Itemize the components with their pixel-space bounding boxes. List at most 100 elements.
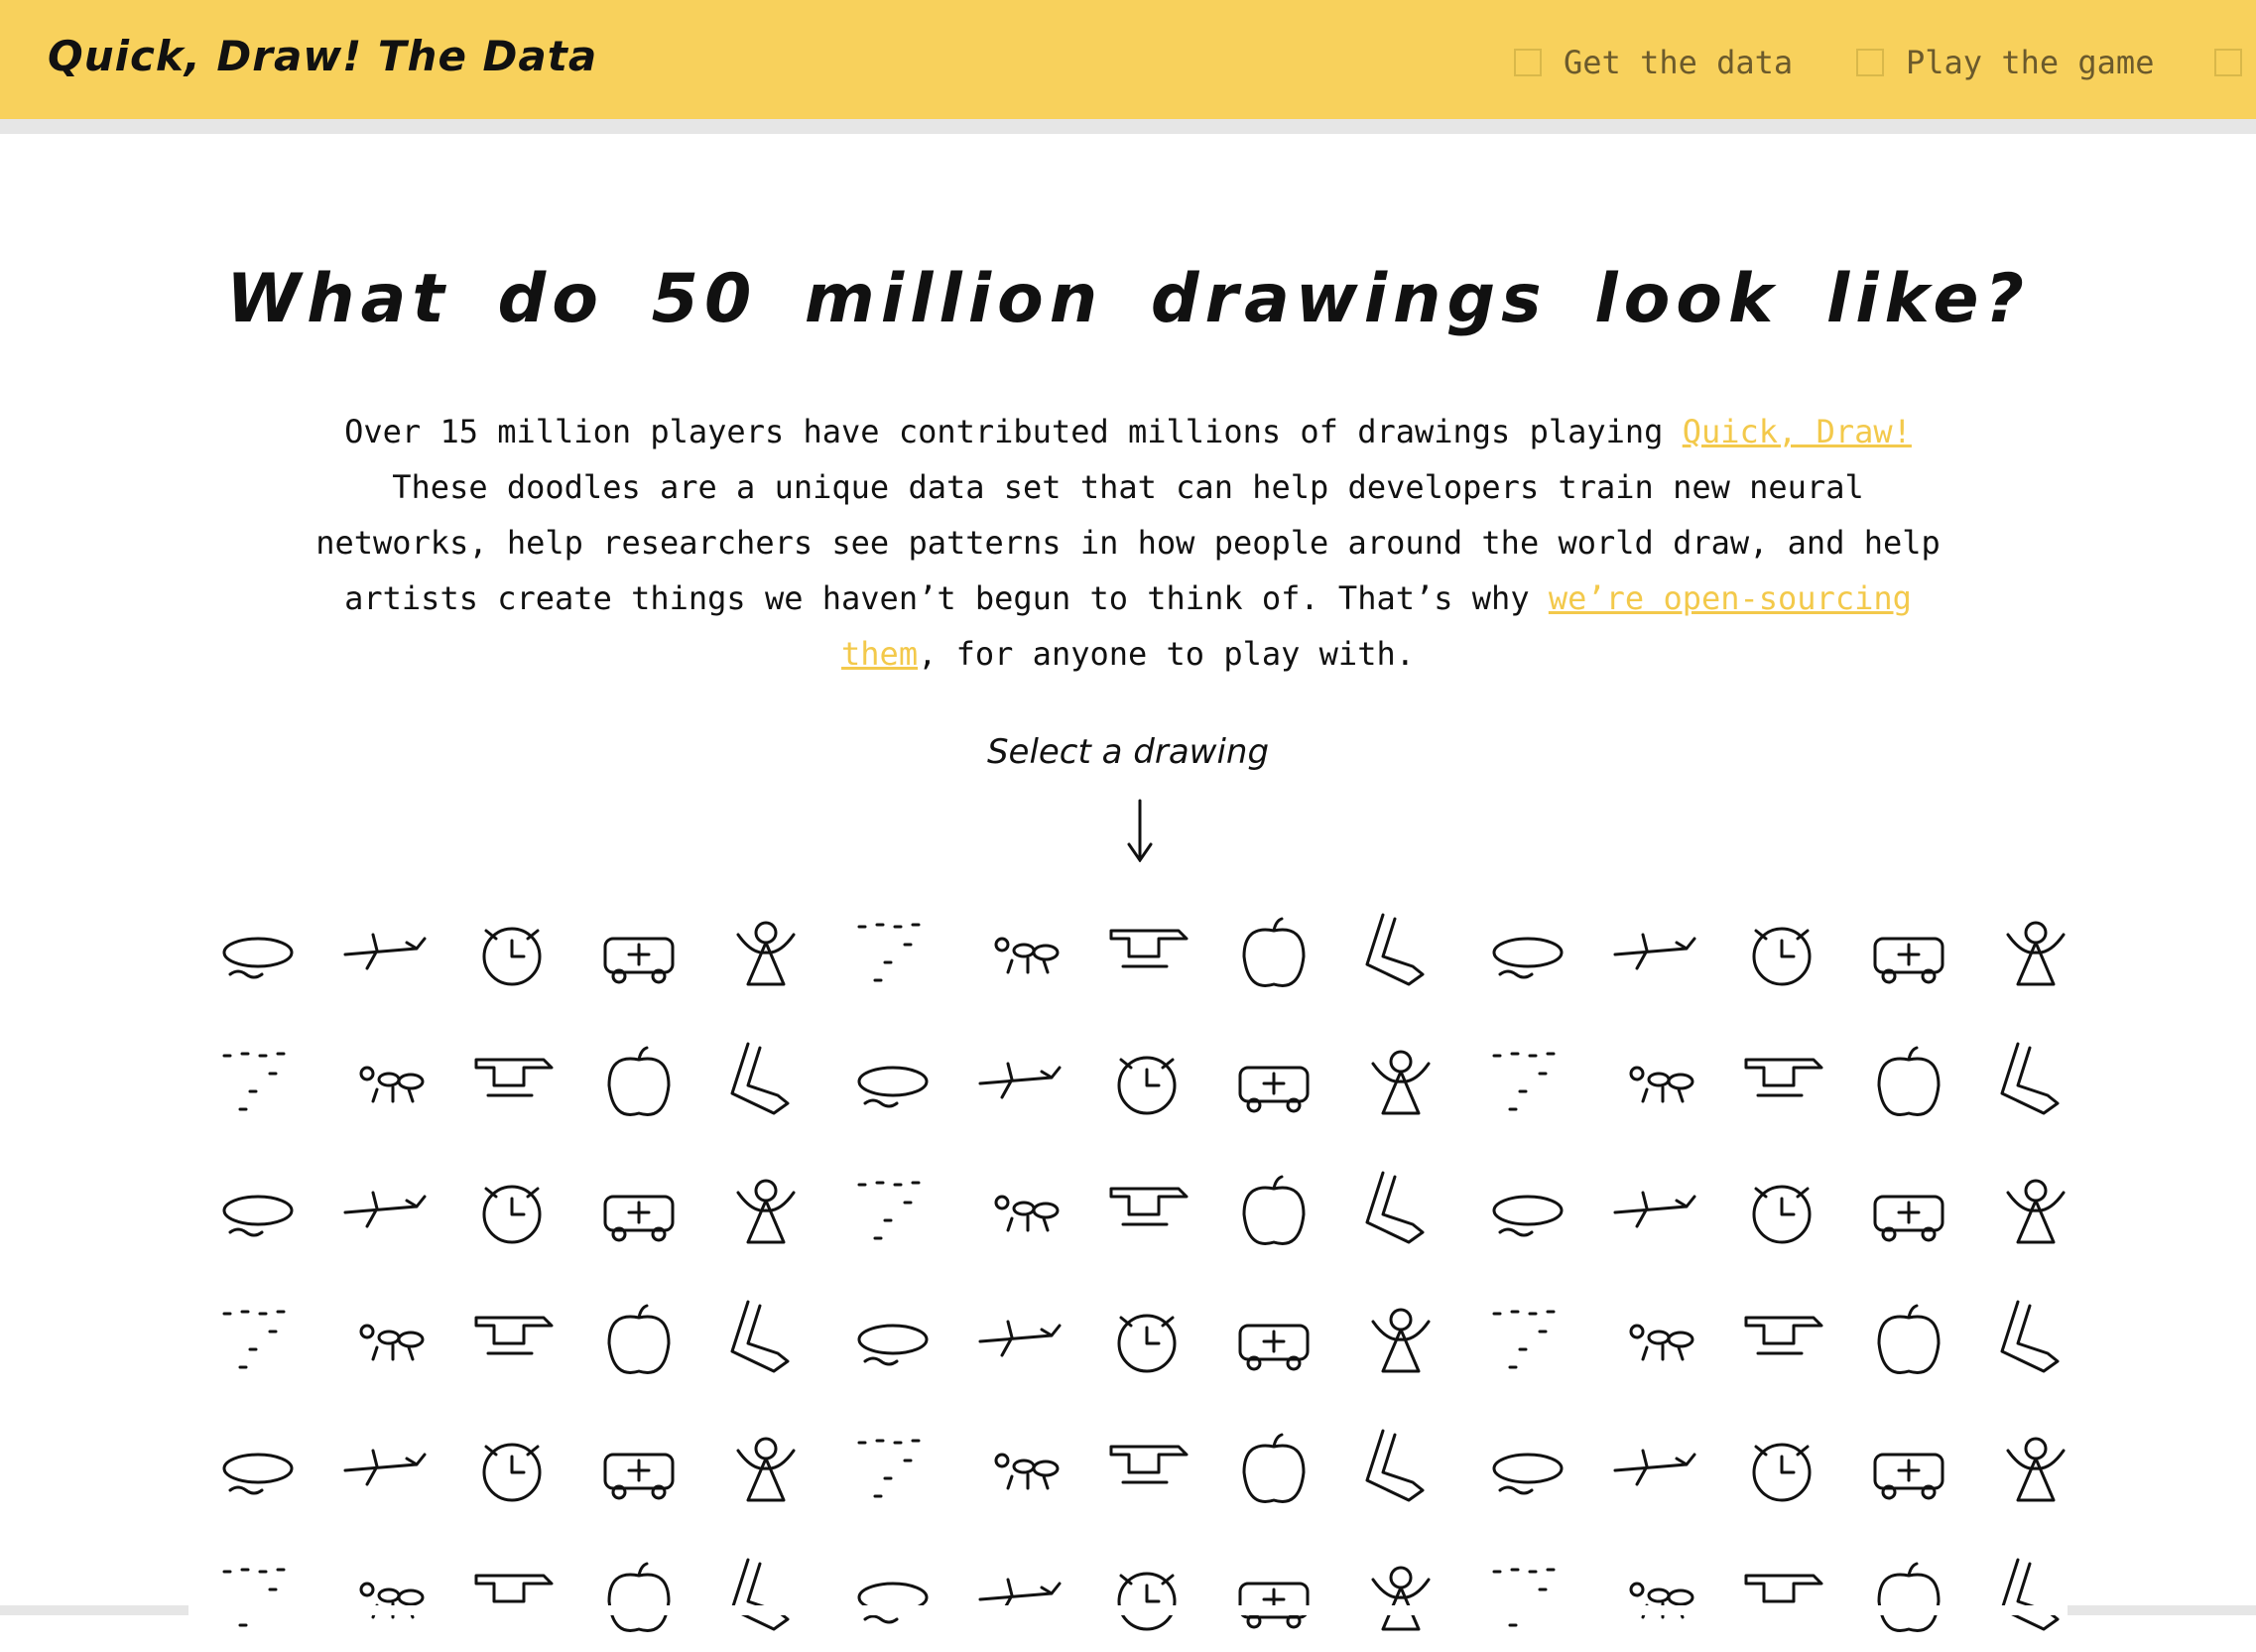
drawing-axe[interactable] [1595,898,1714,1007]
drawing-bear[interactable] [1214,1027,1333,1136]
drawing-crown[interactable] [1468,1543,1587,1652]
drawing-basket[interactable] [579,1027,698,1136]
drawing-book[interactable] [833,1156,952,1265]
drawing-asparagus[interactable] [1468,898,1587,1007]
drawing-dishwasher[interactable] [1976,1543,2095,1652]
drawing-ceiling-fan[interactable] [833,1414,952,1523]
drawing-canoe[interactable] [198,1414,317,1523]
drawing-chair[interactable] [1214,1414,1333,1523]
drawing-blackberry[interactable] [579,1156,698,1265]
drawing-bed[interactable] [1468,1027,1587,1136]
drawing-bee[interactable] [1595,1027,1714,1136]
drawing-church[interactable] [1468,1414,1587,1523]
drawing-compass[interactable] [325,1543,444,1652]
quick-draw-link[interactable]: Quick, Draw! [1683,413,1912,450]
scrollbar-track[interactable] [0,1605,2256,1615]
drawing-bench[interactable] [1849,1027,1968,1136]
drawing-broccoli[interactable] [1849,1156,1968,1265]
drawing-barn[interactable] [198,1027,317,1136]
drawing-aircraft-carrier[interactable] [198,898,317,1007]
drawing-cloud[interactable] [1976,1414,2095,1523]
drawing-alarm-clock[interactable] [452,898,571,1007]
drawing-bus[interactable] [452,1285,571,1394]
drawing-carrot[interactable] [452,1414,571,1523]
drawing-ambulance[interactable] [579,898,698,1007]
drawing-coffee-cup[interactable] [198,1543,317,1652]
drawing-broom[interactable] [1976,1156,2095,1265]
drawing-airplane[interactable] [325,898,444,1007]
drawing-bridge[interactable] [1722,1156,1841,1265]
drawing-binoculars[interactable] [198,1156,317,1265]
drawing-banana[interactable] [1849,898,1968,1007]
drawing-crayon[interactable] [1214,1543,1333,1652]
drawing-cell-phone[interactable] [1087,1414,1206,1523]
drawing-ant[interactable] [960,898,1079,1007]
drawing-animal-migration[interactable] [833,898,952,1007]
drawing-cat[interactable] [706,1414,825,1523]
drawing-circle[interactable] [1595,1414,1714,1523]
drawing-apple[interactable] [1214,898,1333,1007]
drawing-bathtub[interactable] [960,1027,1079,1136]
drawing-beach[interactable] [1087,1027,1206,1136]
drawing-angel[interactable] [706,898,825,1007]
drawing-car[interactable] [325,1414,444,1523]
drawing-blueberry[interactable] [706,1156,825,1265]
drawing-crocodile[interactable] [1341,1543,1460,1652]
drawing-backpack[interactable] [1722,898,1841,1007]
site-logo[interactable]: Quick, Draw! The Data [48,32,597,80]
drawing-clock[interactable] [1849,1414,1968,1523]
nav-more[interactable] [2214,38,2256,87]
drawing-campfire[interactable] [1722,1285,1841,1394]
drawing-cruise-ship[interactable] [1595,1543,1714,1652]
drawing-crab[interactable] [1087,1543,1206,1652]
nav-play-the-game[interactable]: Play the game [1856,38,2154,87]
drawing-cup[interactable] [1722,1543,1841,1652]
drawing-bicycle[interactable] [1976,1027,2095,1136]
drawing-beard[interactable] [1341,1027,1460,1136]
drawing-diamond[interactable] [1849,1543,1968,1652]
drawing-baseball-bat[interactable] [452,1027,571,1136]
drawing-camera[interactable] [1468,1285,1587,1394]
drawing-bulldozer[interactable] [325,1285,444,1394]
drawing-bread[interactable] [1595,1156,1714,1265]
drawing-basketball[interactable] [706,1027,825,1136]
drawing-bandage[interactable] [1976,898,2095,1007]
drawing-cactus[interactable] [833,1285,952,1394]
drawing-butterfly[interactable] [706,1285,825,1394]
drawing-couch[interactable] [833,1543,952,1652]
drawing-candle[interactable] [1849,1285,1968,1394]
cat-icon [736,1437,796,1502]
drawing-clarinet[interactable] [1722,1414,1841,1523]
nav-get-the-data[interactable]: Get the data [1514,38,1793,87]
drawing-castle[interactable] [579,1414,698,1523]
drawing-cannon[interactable] [1976,1285,2095,1394]
drawing-cookie[interactable] [579,1543,698,1652]
drawing-arm[interactable] [1341,898,1460,1007]
drawing-bush[interactable] [579,1285,698,1394]
drawing-bracelet[interactable] [1341,1156,1460,1265]
drawing-bowtie[interactable] [1214,1156,1333,1265]
drawing-boomerang[interactable] [960,1156,1079,1265]
drawing-chandelier[interactable] [1341,1414,1460,1523]
drawing-birthday-cake[interactable] [452,1156,571,1265]
drawing-calendar[interactable] [1214,1285,1333,1394]
drawing-bucket[interactable] [198,1285,317,1394]
drawing-bottlecap[interactable] [1087,1156,1206,1265]
drawing-anvil[interactable] [1087,898,1206,1007]
cruise-ship-icon [1629,1582,1694,1619]
drawing-camel[interactable] [1341,1285,1460,1394]
drawing-baseball[interactable] [325,1027,444,1136]
dishwasher-icon [2000,1558,2060,1631]
drawing-belt[interactable] [1722,1027,1841,1136]
drawing-cow[interactable] [960,1543,1079,1652]
drawing-calculator[interactable] [1087,1285,1206,1394]
drawing-cello[interactable] [960,1414,1079,1523]
drawing-camouflage[interactable] [1595,1285,1714,1394]
drawing-cooler[interactable] [706,1543,825,1652]
drawing-brain[interactable] [1468,1156,1587,1265]
drawing-cake[interactable] [960,1285,1079,1394]
cloud-icon [2006,1437,2066,1502]
drawing-computer[interactable] [452,1543,571,1652]
drawing-bird[interactable] [325,1156,444,1265]
drawing-bat[interactable] [833,1027,952,1136]
